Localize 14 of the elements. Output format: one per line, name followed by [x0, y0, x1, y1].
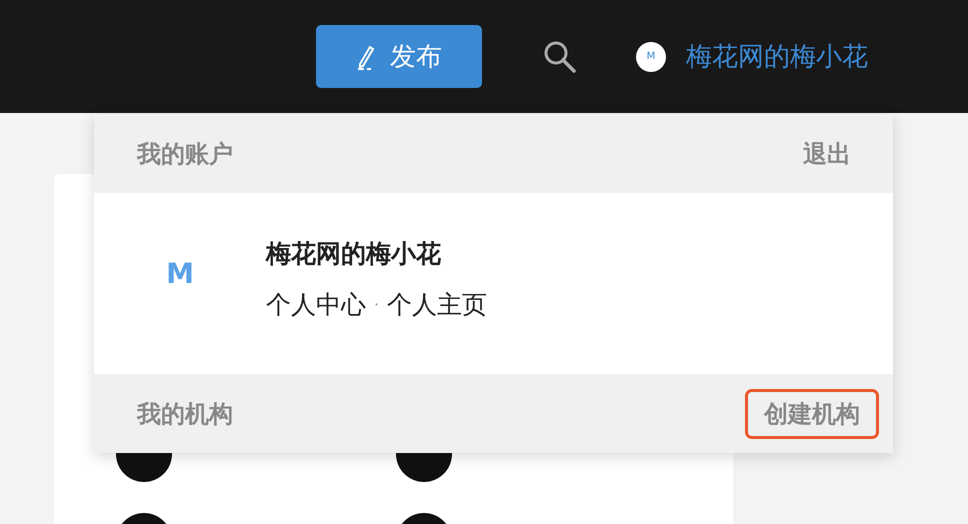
- logout-link[interactable]: 退出: [803, 138, 851, 170]
- search-icon[interactable]: [542, 38, 578, 74]
- user-name: 梅花网的梅小花: [266, 238, 442, 270]
- separator-dot: ·: [374, 294, 380, 314]
- section-title: 我的账户: [137, 138, 233, 170]
- profile-link[interactable]: 个人中心: [266, 288, 366, 320]
- user-avatar[interactable]: M: [636, 42, 666, 72]
- publish-button[interactable]: 发布: [316, 25, 482, 88]
- profile-link[interactable]: 个人主页: [387, 288, 488, 320]
- section-title: 我的机构: [137, 398, 233, 430]
- create-org-button[interactable]: 创建机构: [745, 388, 879, 438]
- pen-icon: [356, 44, 376, 70]
- avatar-letter: M: [165, 257, 195, 290]
- user-name-link[interactable]: 梅花网的梅小花: [686, 39, 868, 74]
